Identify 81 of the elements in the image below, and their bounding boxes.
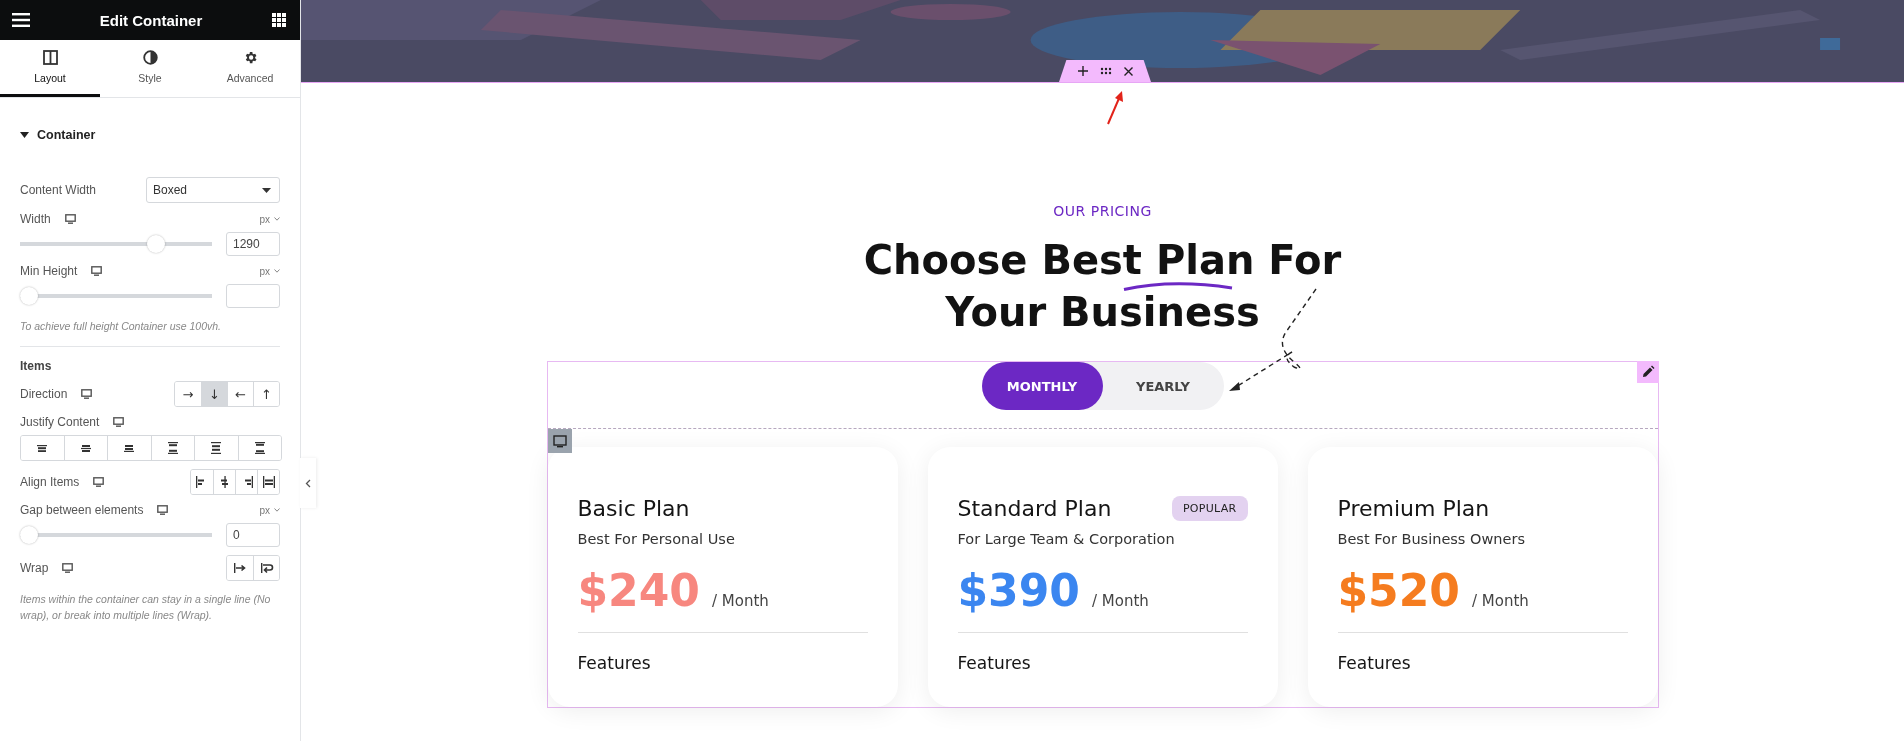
control-label: Wrap [20,561,49,575]
justify-icon [211,442,222,454]
section-toggle[interactable]: Container [20,128,96,142]
container-handle-icon[interactable] [547,429,572,453]
grid-icon[interactable] [272,13,286,27]
unit-select[interactable]: px [259,504,270,516]
desktop-icon[interactable] [64,214,76,224]
desktop-icon[interactable] [113,417,125,427]
pointer-arrow [1105,90,1125,126]
hint-text: Items within the container can stay in a single line (No wrap), or break into multiple lines (Wrap). [20,592,272,623]
direction-option[interactable]: ↓ [201,382,227,406]
panel-tab[interactable]: Style [100,40,200,97]
drag-handle-icon[interactable] [1099,67,1112,75]
number-field[interactable]: 0 [226,523,280,547]
unit-select[interactable]: px [259,265,270,277]
control-label: Gap between elements [20,503,144,517]
align-option[interactable] [257,470,279,494]
panel-title: Edit Container [99,11,203,29]
justify-icon [37,444,48,452]
justify-icon [124,444,135,452]
desktop-icon[interactable] [91,266,103,276]
desktop-icon[interactable] [62,563,74,573]
group-heading: Items [20,359,53,373]
panel-tab[interactable]: Advanced [200,40,300,97]
caret-icon [262,187,271,193]
panel-tab[interactable]: Layout [0,40,100,97]
billing-option[interactable]: MONTHLY [981,362,1103,410]
desktop-icon[interactable] [93,477,105,487]
chevron-icon [305,478,311,488]
plan-subtitle: Best For Personal Use [577,531,736,547]
hint-text: To achieve full height Container use 100vh. [20,319,222,334]
justify-icon [167,442,178,454]
features-heading: Features [577,653,652,673]
plan-price: $240 [577,565,700,616]
columns-icon [42,50,58,65]
wrap-icon [259,562,274,574]
number-field[interactable]: 1290 [226,232,280,256]
price-period: / Month [1091,592,1149,610]
justify-icon [80,444,91,452]
features-heading: Features [957,653,1032,673]
control-label: Align Items [20,475,80,489]
menu-icon[interactable] [12,13,30,27]
control-label: Direction [20,387,68,401]
control-label: Justify Content [20,415,100,429]
no-wrap-icon [233,562,247,574]
direction-option[interactable]: ↑ [253,382,279,406]
unit-select[interactable]: px [259,213,270,225]
features-heading: Features [1337,653,1412,673]
billing-option[interactable]: YEARLY [1102,362,1224,410]
add-icon[interactable] [1077,66,1088,76]
content-width-select[interactable]: Boxed [146,177,280,203]
chevron-icon[interactable] [274,269,280,273]
price-period: / Month [1471,592,1529,610]
desktop-icon[interactable] [81,389,93,399]
desktop-icon[interactable] [157,505,169,515]
close-icon[interactable] [1123,66,1133,76]
edit-icon[interactable] [1636,361,1659,383]
justify-option[interactable] [237,436,281,460]
control-label: Width [20,212,51,226]
contrast-icon [142,50,158,65]
plan-subtitle: Best For Business Owners [1337,531,1526,547]
section-heading: Your Business [945,291,1260,333]
plan-name: Standard Plan [957,495,1112,521]
plan-name: Premium Plan [1337,495,1490,521]
plan-name: Basic Plan [577,495,690,521]
justify-icon [254,442,265,454]
price-period: / Month [711,592,769,610]
plan-price: $390 [957,565,1080,616]
number-field[interactable] [226,284,280,308]
caret-icon [20,132,29,138]
align-icon [261,476,276,488]
control-label: Content Width [20,183,97,197]
wrap-option[interactable] [253,556,279,580]
section-eyebrow: OUR PRICING [1053,203,1152,219]
plan-price: $520 [1337,565,1460,616]
control-label: Min Height [20,264,78,278]
chevron-icon[interactable] [274,217,280,221]
chevron-icon[interactable] [274,508,280,512]
section-heading: Choose Best Plan For [863,239,1342,281]
plan-subtitle: For Large Team & Corporation [957,531,1176,547]
popular-badge: POPULAR [1171,495,1248,521]
